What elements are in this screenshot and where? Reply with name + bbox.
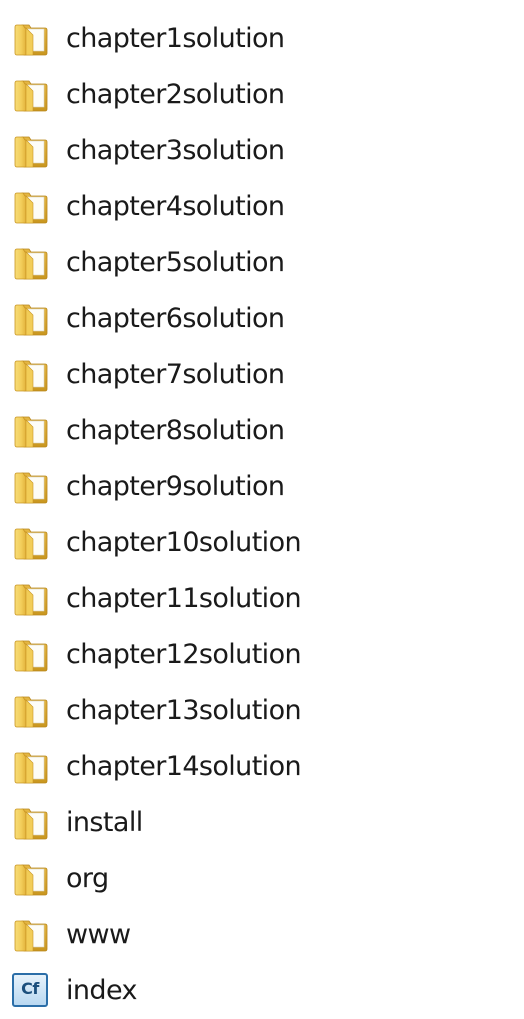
file-name: chapter5solution [66,247,285,278]
list-item[interactable]: chapter6solution [0,291,524,347]
file-name: chapter3solution [66,135,285,166]
folder-icon [14,136,48,168]
file-name: chapter1solution [66,23,285,54]
folder-icon [14,808,48,840]
file-name: chapter4solution [66,191,285,222]
list-item[interactable]: chapter12solution [0,627,524,683]
file-name: install [66,807,143,838]
folder-icon [14,640,48,672]
file-name: chapter13solution [66,695,302,726]
list-item[interactable]: chapter8solution [0,403,524,459]
folder-icon [14,472,48,504]
list-item[interactable]: chapter14solution [0,739,524,795]
file-name: chapter14solution [66,751,302,782]
file-name: chapter8solution [66,415,285,446]
file-list: chapter1solution chapter2solution chapte… [0,11,524,1019]
folder-icon [14,192,48,224]
folder-icon [14,248,48,280]
list-item[interactable]: chapter2solution [0,67,524,123]
file-name: chapter6solution [66,303,285,334]
list-item[interactable]: org [0,851,524,907]
folder-icon [14,584,48,616]
folder-icon [14,24,48,56]
folder-icon [14,752,48,784]
list-item[interactable]: chapter5solution [0,235,524,291]
list-item[interactable]: chapter4solution [0,179,524,235]
list-item[interactable]: chapter1solution [0,11,524,67]
file-name: org [66,863,109,894]
list-item[interactable]: chapter11solution [0,571,524,627]
list-item[interactable]: chapter9solution [0,459,524,515]
folder-icon [14,696,48,728]
list-item[interactable]: chapter7solution [0,347,524,403]
coldfusion-file-icon: Cf [12,973,48,1007]
folder-icon [14,920,48,952]
list-item[interactable]: www [0,907,524,963]
file-name: chapter2solution [66,79,285,110]
coldfusion-file-icon-label: Cf [21,979,39,998]
list-item[interactable]: chapter13solution [0,683,524,739]
file-name: index [66,975,137,1006]
folder-icon [14,864,48,896]
folder-icon [14,360,48,392]
list-item[interactable]: install [0,795,524,851]
file-name: chapter11solution [66,583,302,614]
folder-icon [14,80,48,112]
file-name: chapter7solution [66,359,285,390]
file-name: chapter10solution [66,527,302,558]
list-item[interactable]: chapter3solution [0,123,524,179]
file-name: www [66,919,131,950]
folder-icon [14,528,48,560]
folder-icon [14,416,48,448]
file-name: chapter12solution [66,639,302,670]
folder-icon [14,304,48,336]
file-name: chapter9solution [66,471,285,502]
list-item[interactable]: chapter10solution [0,515,524,571]
